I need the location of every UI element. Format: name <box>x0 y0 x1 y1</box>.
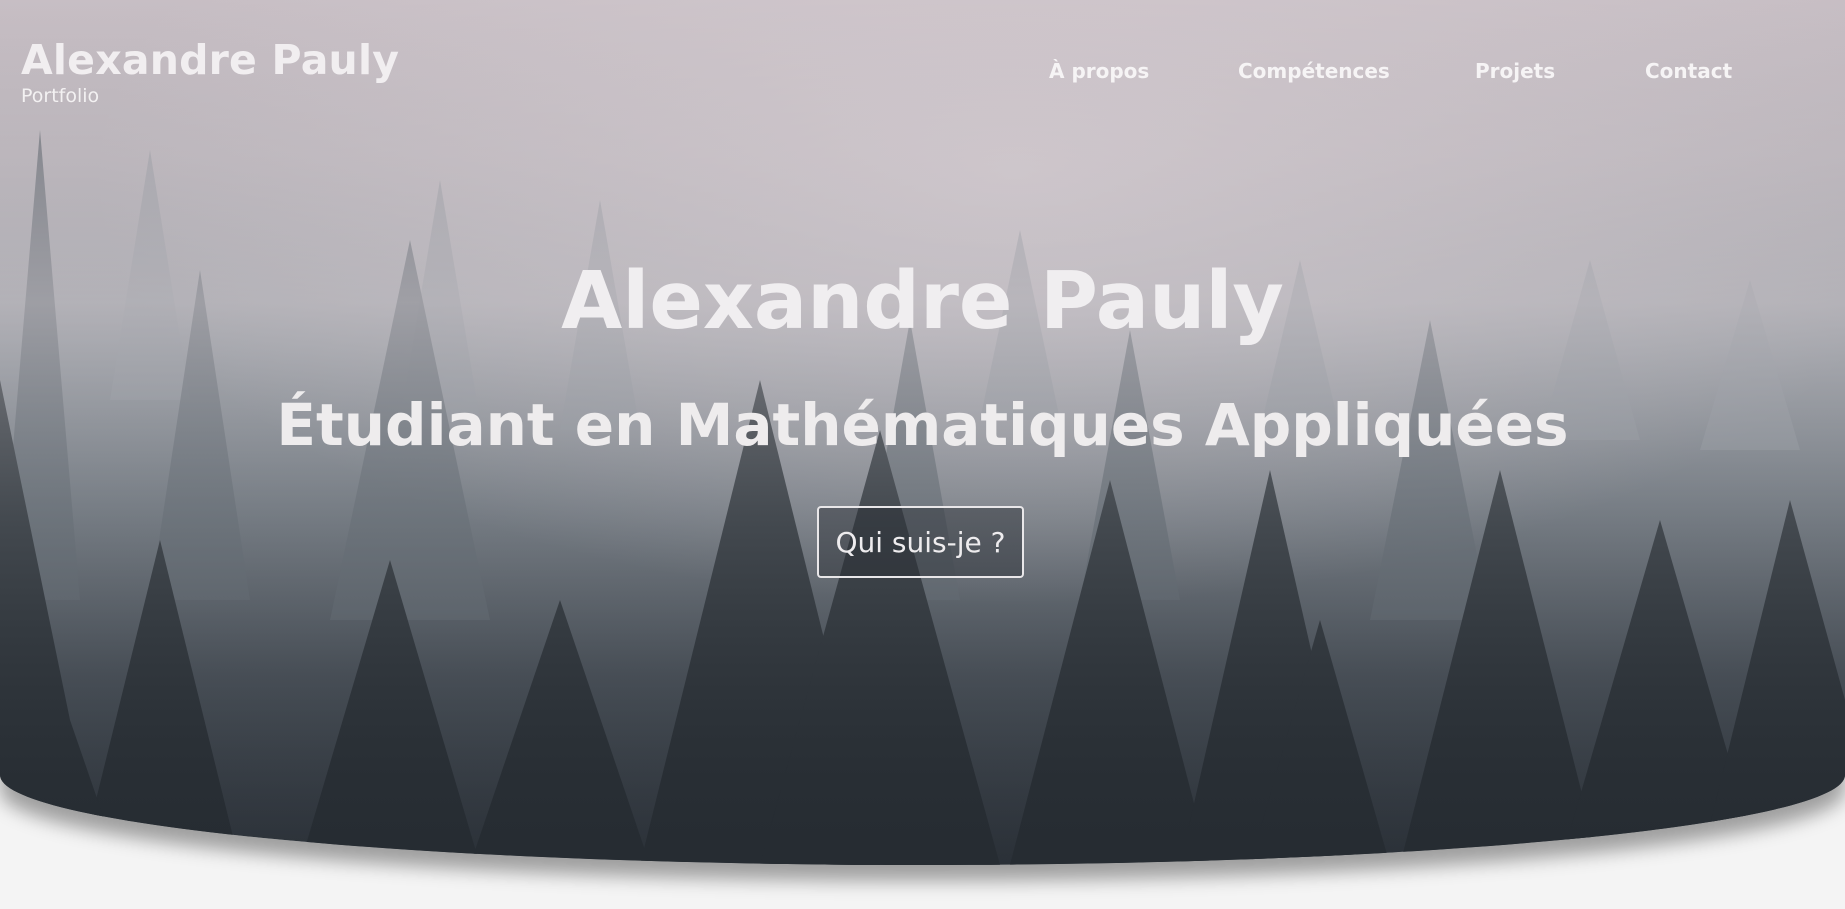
main-navigation: À propos Compétences Projets Contact <box>0 58 1845 86</box>
nav-link-projects[interactable]: Projets <box>1475 58 1555 84</box>
nav-link-about[interactable]: À propos <box>1049 58 1149 84</box>
about-me-button[interactable]: Qui suis-je ? <box>817 506 1024 578</box>
nav-link-contact[interactable]: Contact <box>1645 58 1732 84</box>
nav-link-skills[interactable]: Compétences <box>1238 58 1390 84</box>
hero-banner: Alexandre Pauly Portfolio À propos Compé… <box>0 0 1845 865</box>
hero-subtitle: Étudiant en Mathématiques Appliquées <box>276 391 1569 459</box>
brand-subtitle: Portfolio <box>21 85 100 107</box>
hero-title: Alexandre Pauly <box>561 255 1284 347</box>
